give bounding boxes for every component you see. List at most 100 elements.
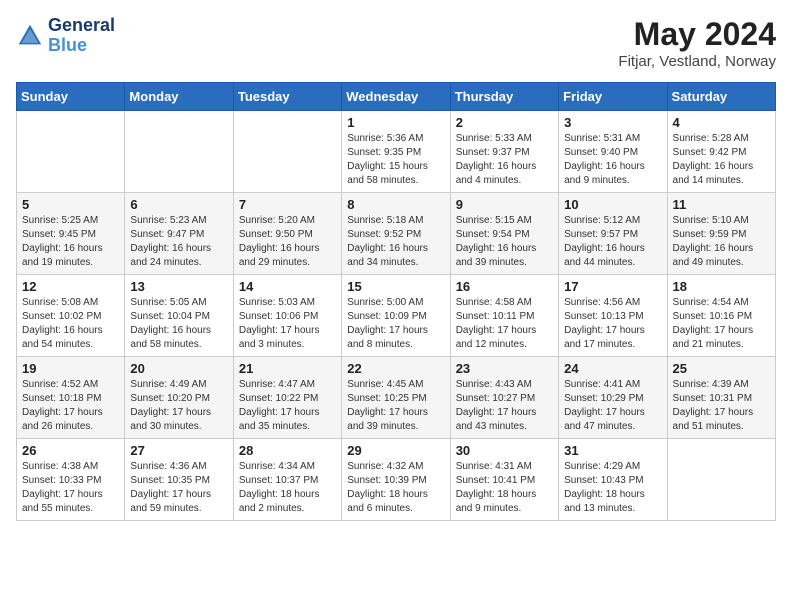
day-cell: 19 Sunrise: 4:52 AM Sunset: 10:18 PM Dayl… bbox=[17, 357, 125, 439]
day-number: 30 bbox=[456, 443, 553, 458]
day-cell: 15Sunrise: 5:00 AM Sunset: 10:09 PM Dayl… bbox=[342, 275, 450, 357]
day-cell: 8Sunrise: 5:18 AM Sunset: 9:52 PM Daylig… bbox=[342, 193, 450, 275]
day-info: Sunrise: 4:32 AM Sunset: 10:39 PM Daylig… bbox=[347, 460, 444, 516]
day-number: 18 bbox=[673, 279, 770, 294]
day-info: Sunrise: 5:20 AM Sunset: 9:50 PM Dayligh… bbox=[239, 214, 336, 270]
day-cell bbox=[667, 439, 775, 521]
day-info: Sunrise: 4:38 AM Sunset: 10:33 PM Daylig… bbox=[22, 460, 119, 516]
day-info: Sunrise: 5:36 AM Sunset: 9:35 PM Dayligh… bbox=[347, 132, 444, 188]
week-row-3: 12 Sunrise: 5:08 AM Sunset: 10:02 PM Dayl… bbox=[17, 275, 776, 357]
day-number: 8 bbox=[347, 197, 444, 212]
day-cell: 30 Sunrise: 4:31 AM Sunset: 10:41 PM Dayl… bbox=[450, 439, 558, 521]
week-row-4: 19 Sunrise: 4:52 AM Sunset: 10:18 PM Dayl… bbox=[17, 357, 776, 439]
day-number: 22 bbox=[347, 361, 444, 376]
page-header: General Blue May 2024 Fitjar, Vestland, … bbox=[16, 16, 776, 70]
calendar-table: SundayMondayTuesdayWednesdayThursdayFrid… bbox=[16, 82, 776, 521]
day-number: 25 bbox=[673, 361, 770, 376]
day-number: 28 bbox=[239, 443, 336, 458]
day-number: 31 bbox=[564, 443, 661, 458]
day-cell bbox=[233, 111, 341, 193]
day-number: 27 bbox=[130, 443, 227, 458]
day-info: Sunrise: 5:28 AM Sunset: 9:42 PM Dayligh… bbox=[673, 132, 770, 188]
day-info: Sunrise: 5:08 AM Sunset: 10:02 PM Daylig… bbox=[22, 296, 119, 352]
day-cell: 17Sunrise: 4:56 AM Sunset: 10:13 PM Dayl… bbox=[559, 275, 667, 357]
day-cell bbox=[17, 111, 125, 193]
location: Fitjar, Vestland, Norway bbox=[618, 53, 776, 70]
day-cell: 1 Sunrise: 5:36 AM Sunset: 9:35 PM Daylig… bbox=[342, 111, 450, 193]
day-number: 12 bbox=[22, 279, 119, 294]
day-info: Sunrise: 5:23 AM Sunset: 9:47 PM Dayligh… bbox=[130, 214, 227, 270]
day-number: 11 bbox=[673, 197, 770, 212]
logo-icon bbox=[16, 22, 44, 50]
day-info: Sunrise: 5:15 AM Sunset: 9:54 PM Dayligh… bbox=[456, 214, 553, 270]
day-cell: 11Sunrise: 5:10 AM Sunset: 9:59 PM Dayli… bbox=[667, 193, 775, 275]
day-info: Sunrise: 4:29 AM Sunset: 10:43 PM Daylig… bbox=[564, 460, 661, 516]
day-number: 16 bbox=[456, 279, 553, 294]
day-number: 29 bbox=[347, 443, 444, 458]
weekday-header-friday: Friday bbox=[559, 83, 667, 111]
day-info: Sunrise: 4:45 AM Sunset: 10:25 PM Daylig… bbox=[347, 378, 444, 434]
day-number: 6 bbox=[130, 197, 227, 212]
day-info: Sunrise: 4:52 AM Sunset: 10:18 PM Daylig… bbox=[22, 378, 119, 434]
day-info: Sunrise: 4:56 AM Sunset: 10:13 PM Daylig… bbox=[564, 296, 661, 352]
day-cell: 5 Sunrise: 5:25 AM Sunset: 9:45 PM Daylig… bbox=[17, 193, 125, 275]
day-info: Sunrise: 4:47 AM Sunset: 10:22 PM Daylig… bbox=[239, 378, 336, 434]
day-cell: 3 Sunrise: 5:31 AM Sunset: 9:40 PM Daylig… bbox=[559, 111, 667, 193]
day-number: 10 bbox=[564, 197, 661, 212]
day-number: 24 bbox=[564, 361, 661, 376]
day-info: Sunrise: 4:31 AM Sunset: 10:41 PM Daylig… bbox=[456, 460, 553, 516]
day-cell: 23Sunrise: 4:43 AM Sunset: 10:27 PM Dayl… bbox=[450, 357, 558, 439]
day-number: 14 bbox=[239, 279, 336, 294]
day-cell: 28Sunrise: 4:34 AM Sunset: 10:37 PM Dayl… bbox=[233, 439, 341, 521]
day-number: 5 bbox=[22, 197, 119, 212]
day-info: Sunrise: 5:05 AM Sunset: 10:04 PM Daylig… bbox=[130, 296, 227, 352]
weekday-header-saturday: Saturday bbox=[667, 83, 775, 111]
day-number: 13 bbox=[130, 279, 227, 294]
day-number: 15 bbox=[347, 279, 444, 294]
day-cell: 20 Sunrise: 4:49 AM Sunset: 10:20 PM Dayl… bbox=[125, 357, 233, 439]
day-info: Sunrise: 5:25 AM Sunset: 9:45 PM Dayligh… bbox=[22, 214, 119, 270]
day-cell: 18 Sunrise: 4:54 AM Sunset: 10:16 PM Dayl… bbox=[667, 275, 775, 357]
day-cell: 16 Sunrise: 4:58 AM Sunset: 10:11 PM Dayl… bbox=[450, 275, 558, 357]
day-number: 9 bbox=[456, 197, 553, 212]
month-year: May 2024 bbox=[618, 16, 776, 53]
day-cell: 6 Sunrise: 5:23 AM Sunset: 9:47 PM Daylig… bbox=[125, 193, 233, 275]
day-number: 26 bbox=[22, 443, 119, 458]
day-number: 3 bbox=[564, 115, 661, 130]
day-cell bbox=[125, 111, 233, 193]
day-number: 7 bbox=[239, 197, 336, 212]
day-info: Sunrise: 5:31 AM Sunset: 9:40 PM Dayligh… bbox=[564, 132, 661, 188]
day-info: Sunrise: 4:39 AM Sunset: 10:31 PM Daylig… bbox=[673, 378, 770, 434]
day-cell: 9 Sunrise: 5:15 AM Sunset: 9:54 PM Daylig… bbox=[450, 193, 558, 275]
day-info: Sunrise: 4:41 AM Sunset: 10:29 PM Daylig… bbox=[564, 378, 661, 434]
day-number: 1 bbox=[347, 115, 444, 130]
day-cell: 24 Sunrise: 4:41 AM Sunset: 10:29 PM Dayl… bbox=[559, 357, 667, 439]
day-number: 2 bbox=[456, 115, 553, 130]
day-cell: 13 Sunrise: 5:05 AM Sunset: 10:04 PM Dayl… bbox=[125, 275, 233, 357]
day-cell: 7 Sunrise: 5:20 AM Sunset: 9:50 PM Daylig… bbox=[233, 193, 341, 275]
day-cell: 21Sunrise: 4:47 AM Sunset: 10:22 PM Dayl… bbox=[233, 357, 341, 439]
weekday-header-row: SundayMondayTuesdayWednesdayThursdayFrid… bbox=[17, 83, 776, 111]
day-cell: 2 Sunrise: 5:33 AM Sunset: 9:37 PM Daylig… bbox=[450, 111, 558, 193]
day-info: Sunrise: 4:49 AM Sunset: 10:20 PM Daylig… bbox=[130, 378, 227, 434]
day-info: Sunrise: 4:36 AM Sunset: 10:35 PM Daylig… bbox=[130, 460, 227, 516]
day-cell: 12 Sunrise: 5:08 AM Sunset: 10:02 PM Dayl… bbox=[17, 275, 125, 357]
day-info: Sunrise: 5:03 AM Sunset: 10:06 PM Daylig… bbox=[239, 296, 336, 352]
day-number: 19 bbox=[22, 361, 119, 376]
day-number: 23 bbox=[456, 361, 553, 376]
weekday-header-sunday: Sunday bbox=[17, 83, 125, 111]
day-info: Sunrise: 4:58 AM Sunset: 10:11 PM Daylig… bbox=[456, 296, 553, 352]
day-number: 4 bbox=[673, 115, 770, 130]
day-number: 20 bbox=[130, 361, 227, 376]
day-cell: 10Sunrise: 5:12 AM Sunset: 9:57 PM Dayli… bbox=[559, 193, 667, 275]
weekday-header-thursday: Thursday bbox=[450, 83, 558, 111]
day-cell: 31 Sunrise: 4:29 AM Sunset: 10:43 PM Dayl… bbox=[559, 439, 667, 521]
day-info: Sunrise: 4:54 AM Sunset: 10:16 PM Daylig… bbox=[673, 296, 770, 352]
day-cell: 29 Sunrise: 4:32 AM Sunset: 10:39 PM Dayl… bbox=[342, 439, 450, 521]
day-info: Sunrise: 5:33 AM Sunset: 9:37 PM Dayligh… bbox=[456, 132, 553, 188]
day-cell: 25 Sunrise: 4:39 AM Sunset: 10:31 PM Dayl… bbox=[667, 357, 775, 439]
weekday-header-monday: Monday bbox=[125, 83, 233, 111]
title-block: May 2024 Fitjar, Vestland, Norway bbox=[618, 16, 776, 70]
day-cell: 27 Sunrise: 4:36 AM Sunset: 10:35 PM Dayl… bbox=[125, 439, 233, 521]
logo-text: General Blue bbox=[48, 16, 115, 56]
